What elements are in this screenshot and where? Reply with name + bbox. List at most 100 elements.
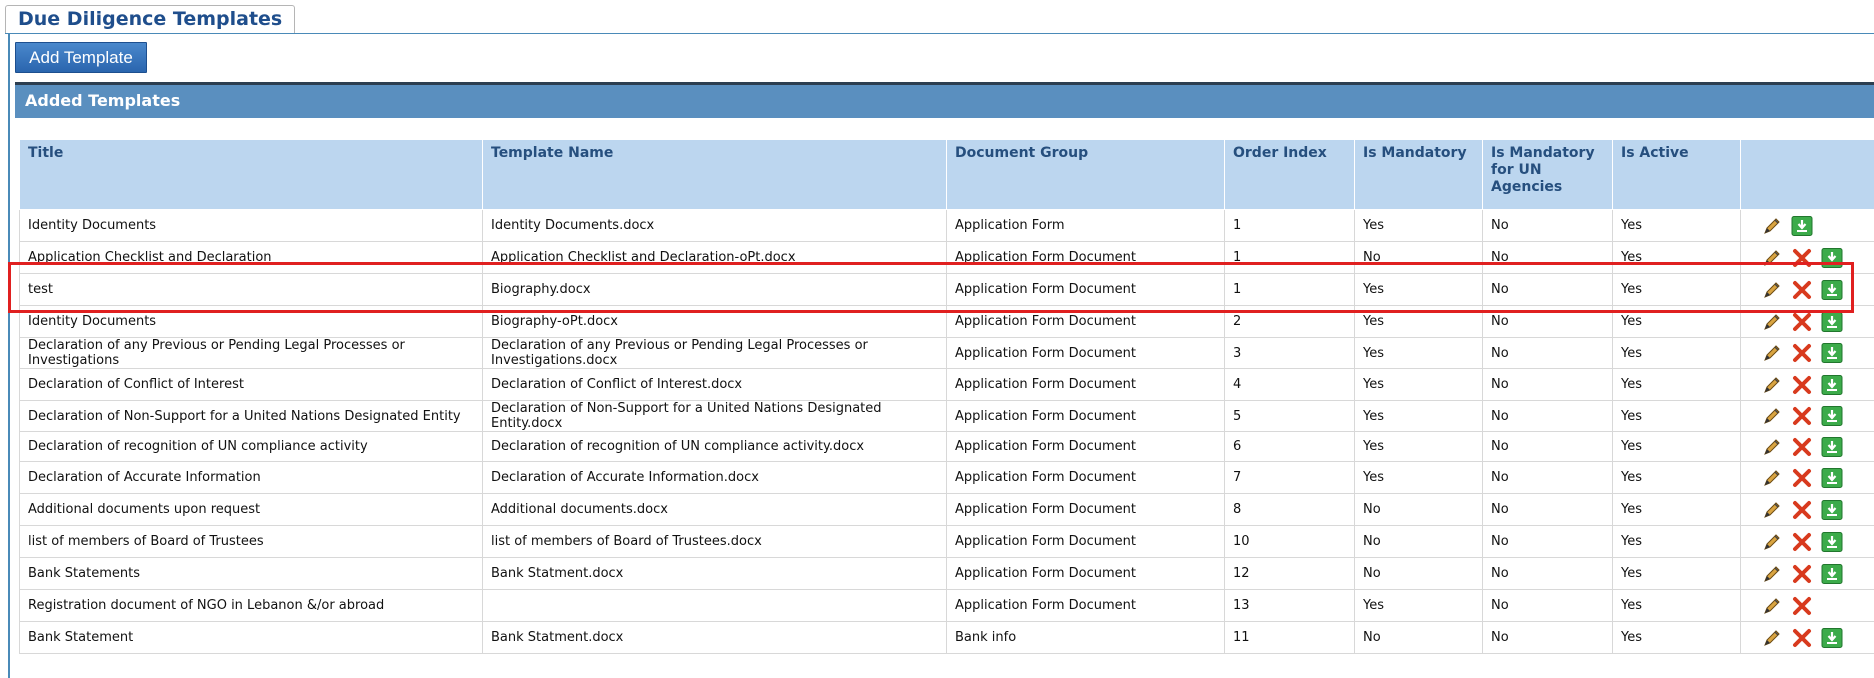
tab-due-diligence-templates[interactable]: Due Diligence Templates [5, 5, 296, 33]
cell-template-name: Biography.docx [482, 273, 947, 306]
edit-pencil-icon[interactable] [1761, 564, 1783, 584]
section-header-added-templates: Added Templates [15, 82, 1874, 118]
cell-template-name: Application Checklist and Declaration-oP… [482, 241, 947, 274]
add-template-button[interactable]: Add Template [15, 42, 147, 73]
delete-x-icon[interactable] [1791, 406, 1813, 426]
table-row: Declaration of recognition of UN complia… [19, 431, 1874, 462]
delete-x-icon[interactable] [1791, 596, 1813, 616]
cell-document-group: Application Form Document [946, 461, 1225, 494]
delete-x-icon[interactable] [1791, 532, 1813, 552]
cell-actions [1740, 368, 1874, 401]
col-header-document-group[interactable]: Document Group [946, 139, 1225, 210]
cell-is-mandatory: Yes [1354, 400, 1483, 432]
download-icon[interactable] [1821, 279, 1843, 300]
table-row: Declaration of any Previous or Pending L… [19, 337, 1874, 369]
delete-x-icon[interactable] [1791, 312, 1813, 332]
edit-pencil-icon[interactable] [1761, 312, 1783, 332]
cell-is-mandatory-un: No [1482, 431, 1613, 462]
cell-document-group: Application Form Document [946, 493, 1225, 526]
edit-pencil-icon[interactable] [1761, 628, 1783, 648]
cell-is-mandatory-un: No [1482, 621, 1613, 654]
download-icon[interactable] [1821, 406, 1843, 426]
download-icon[interactable] [1821, 563, 1843, 584]
cell-is-mandatory-un: No [1482, 400, 1613, 432]
download-icon[interactable] [1821, 467, 1843, 488]
download-icon[interactable] [1821, 343, 1843, 363]
edit-pencil-icon[interactable] [1761, 216, 1783, 236]
delete-x-icon[interactable] [1791, 343, 1813, 363]
cell-title: Declaration of recognition of UN complia… [19, 431, 483, 462]
cell-template-name: Declaration of recognition of UN complia… [482, 431, 947, 462]
delete-x-icon[interactable] [1791, 437, 1813, 457]
cell-actions [1740, 557, 1874, 590]
cell-is-mandatory: Yes [1354, 337, 1483, 369]
edit-pencil-icon[interactable] [1761, 406, 1783, 426]
delete-x-icon[interactable] [1791, 375, 1813, 395]
cell-document-group: Application Form Document [946, 273, 1225, 306]
cell-template-name: Declaration of Accurate Information.docx [482, 461, 947, 494]
col-header-title[interactable]: Title [19, 139, 483, 210]
col-header-is-mandatory[interactable]: Is Mandatory [1354, 139, 1483, 210]
cell-title: test [19, 273, 483, 306]
cell-is-active: Yes [1612, 431, 1741, 462]
table-row: Declaration of Accurate Information Decla… [19, 461, 1874, 494]
delete-x-icon[interactable] [1791, 628, 1813, 648]
delete-x-icon[interactable] [1791, 564, 1813, 584]
table-row: Registration document of NGO in Lebanon … [19, 589, 1874, 622]
cell-document-group: Application Form Document [946, 431, 1225, 462]
cell-template-name: Additional documents.docx [482, 493, 947, 526]
delete-x-icon[interactable] [1791, 280, 1813, 300]
download-icon[interactable] [1821, 247, 1843, 268]
cell-document-group: Application Form Document [946, 368, 1225, 401]
edit-pencil-icon[interactable] [1761, 437, 1783, 457]
cell-is-active: Yes [1612, 400, 1741, 432]
edit-pencil-icon[interactable] [1761, 280, 1783, 300]
col-header-is-mandatory-un[interactable]: Is Mandatory for UN Agencies [1482, 139, 1613, 210]
cell-order-index: 3 [1224, 337, 1355, 369]
cell-actions [1740, 461, 1874, 494]
cell-is-mandatory: Yes [1354, 273, 1483, 306]
col-header-order-index[interactable]: Order Index [1224, 139, 1355, 210]
cell-is-mandatory: No [1354, 493, 1483, 526]
col-header-is-active[interactable]: Is Active [1612, 139, 1741, 210]
edit-pencil-icon[interactable] [1761, 596, 1783, 616]
cell-actions [1740, 209, 1874, 242]
cell-is-active: Yes [1612, 621, 1741, 654]
download-icon[interactable] [1821, 374, 1843, 395]
download-icon[interactable] [1821, 531, 1843, 552]
cell-title: Additional documents upon request [19, 493, 483, 526]
edit-pencil-icon[interactable] [1761, 343, 1783, 363]
download-icon[interactable] [1821, 436, 1843, 457]
cell-actions [1740, 400, 1874, 432]
delete-x-icon[interactable] [1791, 468, 1813, 488]
cell-is-active: Yes [1612, 589, 1741, 622]
col-header-template-name[interactable]: Template Name [482, 139, 947, 210]
cell-is-active: Yes [1612, 337, 1741, 369]
edit-pencil-icon[interactable] [1761, 500, 1783, 520]
cell-title: Bank Statements [19, 557, 483, 590]
delete-x-icon[interactable] [1791, 500, 1813, 520]
download-icon[interactable] [1791, 215, 1813, 236]
cell-document-group: Application Form Document [946, 337, 1225, 369]
edit-pencil-icon[interactable] [1761, 375, 1783, 395]
edit-pencil-icon[interactable] [1761, 532, 1783, 552]
cell-is-active: Yes [1612, 493, 1741, 526]
delete-x-icon[interactable] [1791, 248, 1813, 268]
download-icon[interactable] [1821, 627, 1843, 648]
cell-title: Declaration of Accurate Information [19, 461, 483, 494]
edit-pencil-icon[interactable] [1761, 248, 1783, 268]
cell-is-mandatory-un: No [1482, 461, 1613, 494]
cell-order-index: 1 [1224, 209, 1355, 242]
edit-pencil-icon[interactable] [1761, 468, 1783, 488]
panel-border [8, 33, 10, 678]
cell-template-name: Declaration of Conflict of Interest.docx [482, 368, 947, 401]
cell-template-name: list of members of Board of Trustees.doc… [482, 525, 947, 558]
download-icon[interactable] [1821, 311, 1843, 332]
cell-is-mandatory-un: No [1482, 493, 1613, 526]
cell-is-mandatory-un: No [1482, 589, 1613, 622]
cell-is-mandatory-un: No [1482, 273, 1613, 306]
download-icon[interactable] [1821, 499, 1843, 520]
cell-is-mandatory: Yes [1354, 305, 1483, 338]
cell-is-mandatory-un: No [1482, 305, 1613, 338]
cell-order-index: 6 [1224, 431, 1355, 462]
